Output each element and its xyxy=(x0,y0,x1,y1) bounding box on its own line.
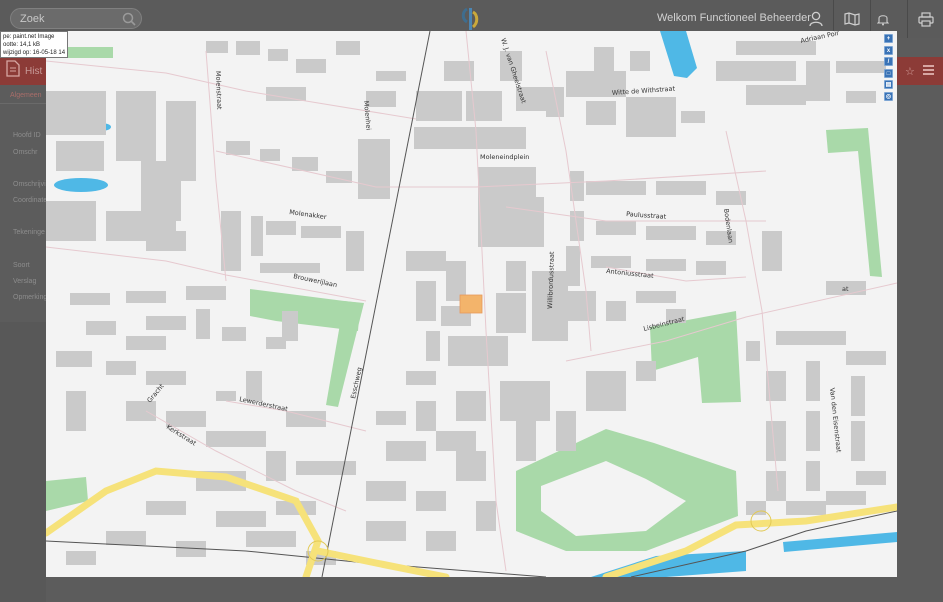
user-icon xyxy=(809,11,823,27)
document-icon xyxy=(6,60,20,77)
welcome-text: Welkom Functioneel Beheerder xyxy=(657,12,811,24)
street-label: Moleneindplein xyxy=(480,153,529,161)
record-title: Hist xyxy=(25,66,43,77)
app-logo-icon xyxy=(461,7,479,30)
field-label: Omschr xyxy=(13,149,38,156)
file-tooltip: pe: paint.net Image ootte: 14,1 kB wijzi… xyxy=(0,31,68,58)
search-icon[interactable] xyxy=(121,11,137,27)
background-panel xyxy=(0,322,46,602)
tooltip-line: wijzigd op: 16-05-18 14:55 xyxy=(3,50,65,56)
tab-algemeen[interactable]: Algemeen xyxy=(10,92,42,99)
tooltip-line: ootte: 14,1 kB xyxy=(3,42,41,48)
hamburger-menu-icon[interactable] xyxy=(923,65,934,75)
tooltip-line: pe: paint.net Image xyxy=(3,34,55,40)
star-icon[interactable]: ☆ xyxy=(905,65,915,78)
street-label: at xyxy=(842,285,849,293)
field-label: Opmerking xyxy=(13,294,48,301)
search-input[interactable] xyxy=(20,11,120,27)
field-label: Soort xyxy=(13,262,30,269)
tab-underline xyxy=(0,103,46,104)
search-box[interactable] xyxy=(10,8,142,29)
zoom-in-icon[interactable]: + xyxy=(884,34,893,43)
print-button[interactable] xyxy=(908,0,943,38)
field-label: Verslag xyxy=(13,278,37,285)
map-image[interactable]: W. J. van Gheelstraat Adriaan Poir Witte… xyxy=(46,31,897,577)
measure-icon[interactable]: / xyxy=(884,57,893,66)
printer-icon xyxy=(917,11,934,27)
street-map[interactable]: W. J. van Gheelstraat Adriaan Poir Witte… xyxy=(46,31,897,577)
locate-icon[interactable]: ◎ xyxy=(884,92,893,101)
map-icon xyxy=(844,12,860,26)
field-label: Tekeninge xyxy=(13,229,45,236)
field-label: Omschrijvi xyxy=(13,181,46,188)
close-icon[interactable]: x xyxy=(884,46,893,55)
layers-icon[interactable]: ▤ xyxy=(884,80,893,89)
highlighted-parcel[interactable] xyxy=(459,294,483,314)
fullscreen-icon[interactable]: □ xyxy=(884,69,893,78)
bell-icon xyxy=(877,14,889,25)
street-label: Molenstraat xyxy=(214,71,223,110)
field-label: Coordinate xyxy=(13,197,48,204)
field-label: Hoofd ID xyxy=(13,132,41,139)
